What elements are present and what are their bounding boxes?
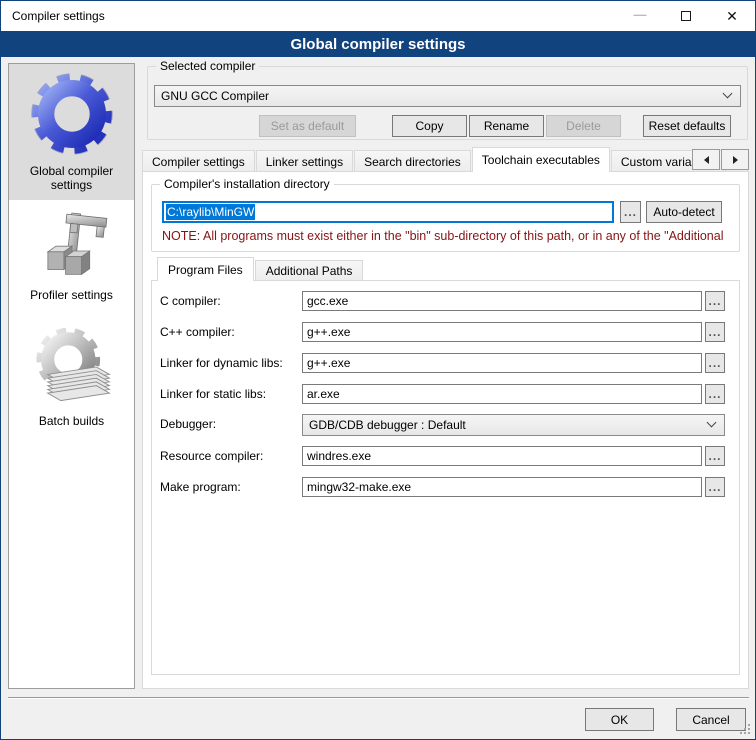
selected-compiler-group-label: Selected compiler <box>156 59 259 73</box>
profiler-caliper-icon <box>33 210 111 284</box>
sidebar-item-global-compiler-settings[interactable]: Global compiler settings <box>9 64 134 200</box>
selected-compiler-group: Selected compiler GNU GCC Compiler Set a… <box>147 66 748 140</box>
tab-scroll-right-button[interactable] <box>721 149 749 170</box>
footer-divider <box>8 697 749 699</box>
cpp-compiler-label: C++ compiler: <box>160 325 235 339</box>
cpp-compiler-browse-button[interactable]: ... <box>705 322 725 342</box>
resource-compiler-input[interactable] <box>302 446 702 466</box>
toolchain-executables-page: Compiler's installation directory C:\ray… <box>142 171 749 689</box>
c-compiler-input[interactable] <box>302 291 702 311</box>
sidebar-item-label: Global compiler settings <box>11 164 132 192</box>
maximize-icon <box>681 11 691 21</box>
selected-compiler-value: GNU GCC Compiler <box>161 89 269 103</box>
auto-detect-button[interactable]: Auto-detect <box>646 201 722 223</box>
settings-category-list: Global compiler settings <box>8 63 135 689</box>
rename-button[interactable]: Rename <box>469 115 544 137</box>
installation-directory-group: Compiler's installation directory C:\ray… <box>151 184 740 252</box>
arrow-right-icon <box>733 156 738 164</box>
minimize-icon: — <box>634 7 647 22</box>
page-title: Global compiler settings <box>290 36 465 53</box>
tab-scroll-buttons <box>691 149 749 170</box>
copy-button[interactable]: Copy <box>392 115 467 137</box>
installation-directory-group-label: Compiler's installation directory <box>160 177 334 191</box>
title-bar: Compiler settings — ✕ <box>1 1 755 31</box>
close-button[interactable]: ✕ <box>709 1 755 31</box>
c-compiler-label: C compiler: <box>160 294 221 308</box>
sidebar-item-batch-builds[interactable]: Batch builds <box>9 310 134 436</box>
resize-grip-icon[interactable] <box>748 732 750 734</box>
linker-static-label: Linker for static libs: <box>160 387 266 401</box>
sidebar-item-label: Batch builds <box>39 414 104 428</box>
ok-button[interactable]: OK <box>585 708 654 731</box>
linker-static-browse-button[interactable]: ... <box>705 384 725 404</box>
resource-compiler-label: Resource compiler: <box>160 449 263 463</box>
installation-note: NOTE: All programs must exist either in … <box>162 229 737 243</box>
sidebar-item-profiler-settings[interactable]: Profiler settings <box>9 200 134 310</box>
installation-directory-browse-button[interactable]: ... <box>620 201 641 223</box>
tab-additional-paths[interactable]: Additional Paths <box>255 260 364 281</box>
debugger-dropdown[interactable]: GDB/CDB debugger : Default <box>302 414 725 436</box>
resource-compiler-browse-button[interactable]: ... <box>705 446 725 466</box>
batch-builds-icon <box>27 322 117 410</box>
tab-compiler-settings[interactable]: Compiler settings <box>142 150 255 172</box>
compiler-gear-icon <box>26 68 118 160</box>
make-program-label: Make program: <box>160 480 241 494</box>
chevron-down-icon <box>723 89 733 99</box>
dialog-body: Global compiler settings <box>1 57 755 739</box>
maximize-button[interactable] <box>663 1 709 31</box>
dialog-header: Global compiler settings <box>1 31 755 57</box>
linker-static-input[interactable] <box>302 384 702 404</box>
delete-button[interactable]: Delete <box>546 115 621 137</box>
compiler-tabs: Compiler settings Linker settings Search… <box>142 147 749 172</box>
debugger-label: Debugger: <box>160 417 216 431</box>
program-paths-tabs: Program Files Additional Paths <box>157 257 364 281</box>
installation-directory-input[interactable]: C:\raylib\MinGW <box>162 201 614 223</box>
make-program-browse-button[interactable]: ... <box>705 477 725 497</box>
selected-compiler-dropdown[interactable]: GNU GCC Compiler <box>154 85 741 107</box>
linker-dynamic-label: Linker for dynamic libs: <box>160 356 283 370</box>
reset-defaults-button[interactable]: Reset defaults <box>643 115 731 137</box>
c-compiler-browse-button[interactable]: ... <box>705 291 725 311</box>
window-title: Compiler settings <box>1 9 105 23</box>
debugger-value: GDB/CDB debugger : Default <box>309 418 466 432</box>
sidebar-item-label: Profiler settings <box>30 288 113 302</box>
tab-search-directories[interactable]: Search directories <box>354 150 471 172</box>
chevron-down-icon <box>707 418 717 428</box>
program-files-page: C compiler: ... C++ compiler: ... Linker… <box>151 280 740 675</box>
window-controls: — ✕ <box>617 1 755 31</box>
linker-dynamic-input[interactable] <box>302 353 702 373</box>
tab-linker-settings[interactable]: Linker settings <box>256 150 353 172</box>
cancel-button[interactable]: Cancel <box>676 708 746 731</box>
cpp-compiler-input[interactable] <box>302 322 702 342</box>
linker-dynamic-browse-button[interactable]: ... <box>705 353 725 373</box>
minimize-button[interactable]: — <box>617 1 663 31</box>
close-icon: ✕ <box>726 8 738 25</box>
compiler-actions-row: Set as default Copy Rename Delete Reset … <box>148 115 731 137</box>
tab-toolchain-executables[interactable]: Toolchain executables <box>472 147 610 172</box>
set-as-default-button[interactable]: Set as default <box>259 115 356 137</box>
compiler-settings-dialog: Compiler settings — ✕ Global compiler se… <box>0 0 756 740</box>
tab-program-files[interactable]: Program Files <box>157 257 254 281</box>
make-program-input[interactable] <box>302 477 702 497</box>
tab-scroll-left-button[interactable] <box>692 149 720 170</box>
installation-directory-value: C:\raylib\MinGW <box>166 204 255 220</box>
arrow-left-icon <box>704 156 709 164</box>
